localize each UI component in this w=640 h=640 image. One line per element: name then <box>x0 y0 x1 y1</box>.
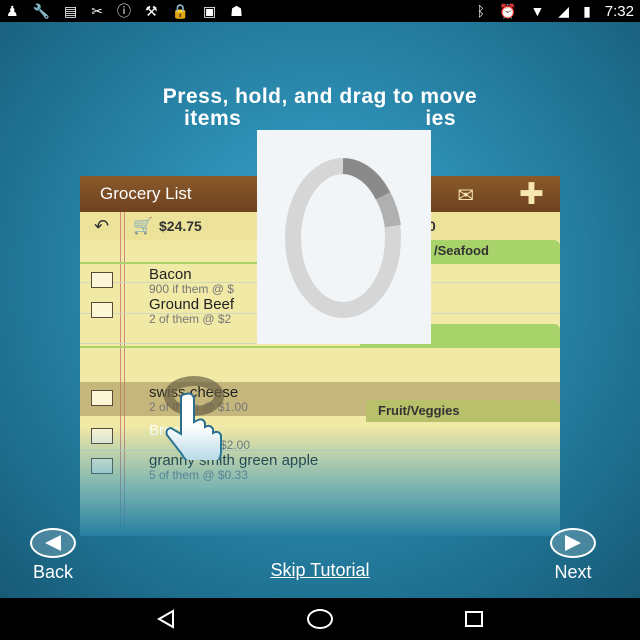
undo-icon: ↶ <box>94 215 110 236</box>
signal-icon: ◢ <box>558 3 570 19</box>
item-checkbox[interactable] <box>91 272 113 288</box>
loading-overlay <box>257 130 431 344</box>
item-name: Ground Beef <box>149 296 235 313</box>
instruction-line-2-start: items <box>183 107 242 130</box>
margin-line <box>124 212 125 536</box>
item-checkbox[interactable] <box>91 302 113 318</box>
android-icon: ☗ <box>230 3 243 19</box>
notification-icons: ♟ 🔧 ▤ ✂ ⓘ ⚒ 🔒 ▣ ☗ <box>6 0 243 22</box>
add-icon: ✚ <box>518 178 544 211</box>
alarm-icon: ⏰ <box>499 3 517 19</box>
category-tab-seafood: /Seafood <box>420 240 560 262</box>
instruction-line-2: items ies <box>0 108 640 130</box>
tutorial-screen: Press, hold, and drag to move items ies … <box>0 22 640 598</box>
photos-icon: ▣ <box>202 3 217 19</box>
scissors-icon: ✂ <box>91 3 103 19</box>
category-label: /Seafood <box>434 243 489 258</box>
instruction-line-1: Press, hold, and drag to move <box>162 85 478 108</box>
bluetooth-icon: ᛒ <box>476 3 485 19</box>
cart-icon: 🛒 <box>133 218 154 235</box>
battery-icon: ▮ <box>583 3 591 19</box>
instruction-line-2-end: ies <box>425 107 457 130</box>
info-icon: ⓘ <box>116 3 131 19</box>
lock-icon: 🔒 <box>171 3 189 19</box>
chess-pawn-icon: ♟ <box>6 3 19 19</box>
next-button[interactable]: Next <box>550 528 596 583</box>
mail-icon: ✉ <box>457 185 474 207</box>
status-bar: ♟ 🔧 ▤ ✂ ⓘ ⚒ 🔒 ▣ ☗ ᛒ ⏰ ▼ ◢ ▮ 7:32 <box>0 0 640 22</box>
item-checkbox[interactable] <box>91 390 113 406</box>
wrench-icon: 🔧 <box>32 3 50 19</box>
next-label: Next <box>554 562 592 582</box>
item-checkbox[interactable] <box>91 428 113 444</box>
system-nav-bar <box>0 598 640 640</box>
skip-tutorial-link[interactable]: Skip Tutorial <box>0 560 640 581</box>
app-title: Grocery List <box>100 184 192 203</box>
wifi-icon: ▼ <box>530 3 545 19</box>
tools-icon: ⚒ <box>144 3 158 19</box>
next-arrow-icon <box>550 528 596 558</box>
margin-line <box>120 212 121 536</box>
item-details: 5 of them @ $0.33 <box>149 468 248 482</box>
back-arrow-icon <box>30 528 76 558</box>
notebook-icon: ▤ <box>64 3 78 19</box>
system-icons: ᛒ ⏰ ▼ ◢ ▮ 7:32 <box>477 0 634 22</box>
clock: 7:32 <box>604 2 634 20</box>
home-nav-icon[interactable] <box>305 607 335 631</box>
loading-spinner-icon <box>285 158 401 318</box>
tutorial-instruction: Press, hold, and drag to move items ies <box>0 86 640 130</box>
list-total: $24.75 <box>159 218 202 234</box>
item-checkbox[interactable] <box>91 458 113 474</box>
hand-pointer-icon <box>165 392 222 460</box>
item-name: Bacon <box>149 266 192 283</box>
back-nav-icon[interactable] <box>154 607 178 631</box>
category-underline <box>80 346 560 348</box>
item-details: 2 of them @ $2 <box>149 312 232 326</box>
recents-nav-icon[interactable] <box>462 607 486 631</box>
